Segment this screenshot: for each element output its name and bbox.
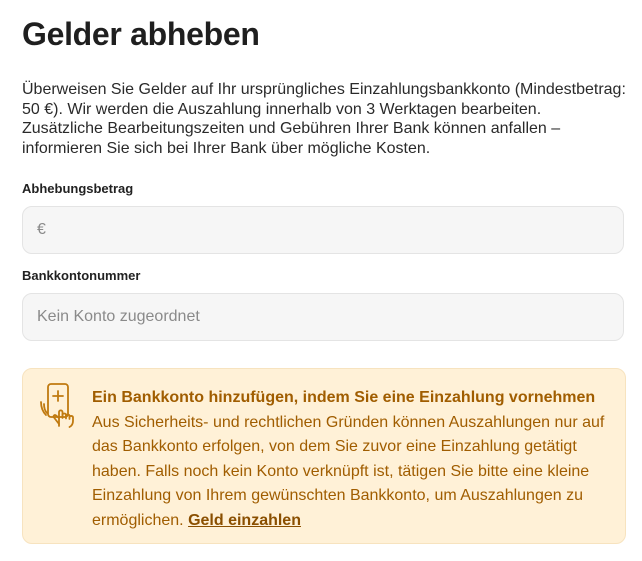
notice-body: Aus Sicherheits- und rechtlichen Gründen… — [92, 413, 605, 529]
deposit-link[interactable]: Geld einzahlen — [188, 512, 301, 529]
amount-field[interactable] — [22, 206, 624, 254]
account-label: Bankkontonummer — [22, 268, 141, 283]
phone-tap-icon — [40, 383, 74, 428]
amount-input[interactable] — [37, 221, 609, 239]
account-input[interactable] — [37, 308, 609, 326]
amount-label: Abhebungsbetrag — [22, 181, 134, 196]
intro-text: Überweisen Sie Gelder auf Ihr ursprüngli… — [22, 81, 626, 157]
account-field[interactable] — [22, 293, 624, 341]
deposit-notice: Ein Bankkonto hinzufügen, indem Sie eine… — [22, 368, 626, 544]
notice-text: Ein Bankkonto hinzufügen, indem Sie eine… — [92, 386, 617, 533]
notice-title: Ein Bankkonto hinzufügen, indem Sie eine… — [92, 389, 596, 406]
page-title: Gelder abheben — [22, 16, 260, 52]
